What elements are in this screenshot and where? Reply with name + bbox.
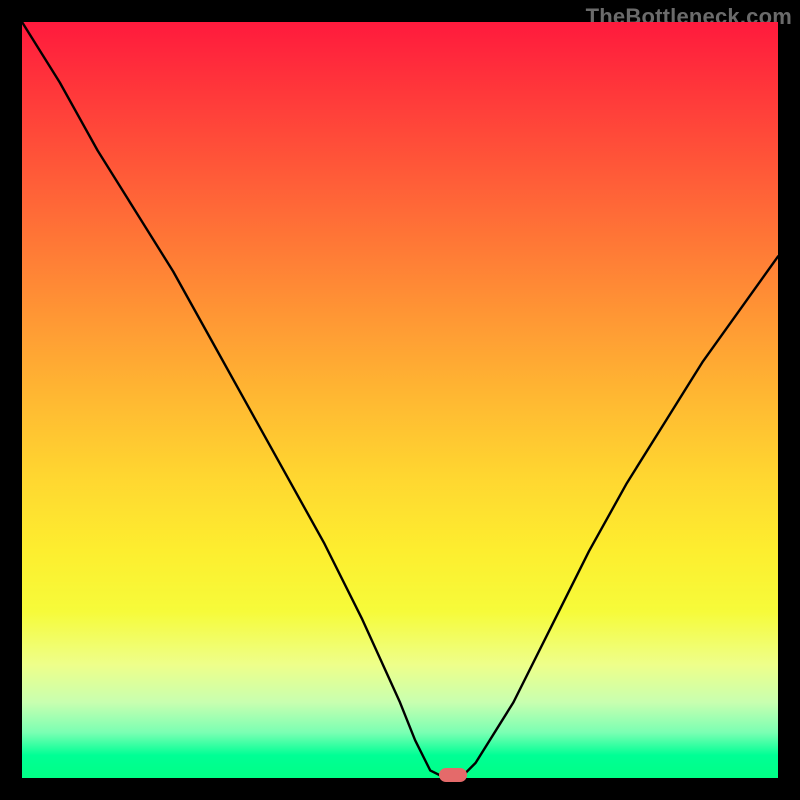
bottleneck-curve [22,22,778,778]
optimal-point-marker [439,768,467,782]
plot-area [22,22,778,778]
chart-frame: TheBottleneck.com [0,0,800,800]
